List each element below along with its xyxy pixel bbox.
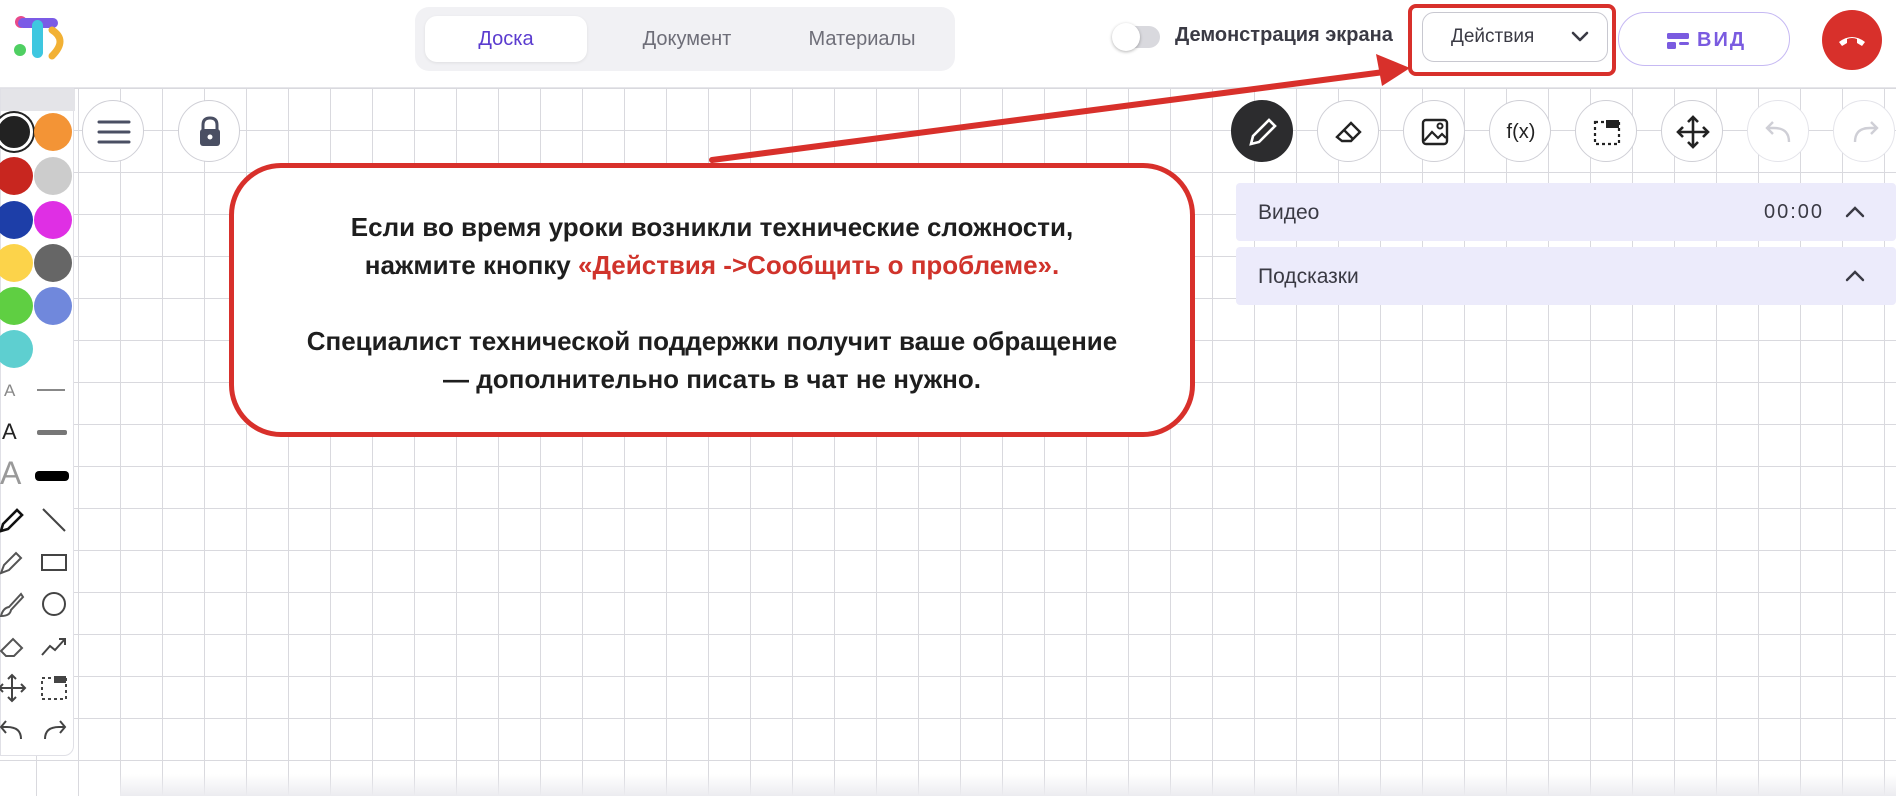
view-tabs: Доска Документ Материалы <box>415 7 955 71</box>
undo-icon <box>1765 121 1791 143</box>
layout-icon <box>1667 33 1689 49</box>
move-icon <box>1676 115 1710 149</box>
phone-hangup-icon <box>1839 37 1865 46</box>
formula-label: f(x) <box>1506 121 1536 143</box>
chevron-up-icon <box>1845 270 1865 282</box>
hamburger-icon <box>97 120 131 144</box>
text-size-large[interactable]: A <box>0 455 21 492</box>
color-swatch-green[interactable] <box>0 287 33 325</box>
callout-line-3: Специалист технической поддержки получит… <box>306 326 1118 356</box>
tab-board[interactable]: Доска <box>425 16 587 62</box>
redo-icon[interactable] <box>39 715 69 745</box>
video-panel-title: Видео <box>1258 201 1320 224</box>
color-swatch-yellow[interactable] <box>0 244 33 282</box>
color-swatch-teal[interactable] <box>0 330 33 368</box>
stroke-thin[interactable] <box>37 389 65 391</box>
line-tool-icon[interactable] <box>39 505 69 535</box>
trend-line-icon[interactable] <box>39 631 69 661</box>
view-label: ВИД <box>1697 29 1747 51</box>
circle-tool-icon[interactable] <box>39 589 69 619</box>
brush-icon[interactable] <box>0 589 27 619</box>
lock-button[interactable] <box>178 100 240 162</box>
formula-tool-button[interactable]: f(x) <box>1489 100 1551 162</box>
hints-panel-header[interactable]: Подсказки <box>1236 247 1896 305</box>
callout-line-2: нажмите кнопку «Действия ->Сообщить о пр… <box>234 250 1190 281</box>
callout-line-1: Если во время уроки возникли технические… <box>350 212 1074 242</box>
image-tool-button[interactable] <box>1403 100 1465 162</box>
view-button[interactable]: ВИД <box>1618 12 1790 66</box>
undo-icon[interactable] <box>0 715 27 745</box>
callout-line-4: — дополнительно писать в чат не нужно. <box>443 364 981 394</box>
stroke-medium[interactable] <box>37 430 67 435</box>
video-panel-header[interactable]: Видео 00:00 <box>1236 183 1896 241</box>
color-swatch-red[interactable] <box>0 157 33 195</box>
text-size-small[interactable]: A <box>4 381 15 401</box>
text-size-medium[interactable]: A <box>2 419 17 445</box>
sidebar-drag-handle[interactable] <box>1 89 75 111</box>
select-tool-button[interactable] <box>1575 100 1637 162</box>
eraser-tool-button[interactable] <box>1317 100 1379 162</box>
image-icon <box>1421 118 1449 146</box>
rectangle-tool-icon[interactable] <box>39 547 69 577</box>
screen-share-toggle-knob[interactable] <box>1112 23 1140 51</box>
callout-line-2-prefix: нажмите кнопку <box>364 250 578 280</box>
color-swatch-orange[interactable] <box>34 113 72 151</box>
select-area-icon[interactable] <box>39 673 69 703</box>
move-icon[interactable] <box>0 673 27 703</box>
undo-button[interactable] <box>1747 100 1809 162</box>
top-header: Доска Документ Материалы Демонстрация эк… <box>0 0 1896 88</box>
menu-button[interactable] <box>82 100 144 162</box>
tab-materials[interactable]: Материалы <box>779 16 945 62</box>
end-call-button[interactable] <box>1822 10 1882 70</box>
pencil-icon <box>1249 118 1277 146</box>
move-tool-button[interactable] <box>1661 100 1723 162</box>
callout-highlight: «Действия ->Сообщить о проблеме». <box>577 250 1060 280</box>
color-swatch-light-gray[interactable] <box>34 157 72 195</box>
tab-document[interactable]: Документ <box>605 16 769 62</box>
redo-button[interactable] <box>1833 100 1895 162</box>
redo-icon <box>1853 121 1879 143</box>
lock-icon <box>200 116 220 146</box>
eraser-icon[interactable] <box>0 631 27 661</box>
app-logo <box>14 16 64 60</box>
color-swatch-periwinkle[interactable] <box>34 287 72 325</box>
tech-support-callout: Если во время уроки возникли технические… <box>229 163 1195 437</box>
pencil-icon[interactable] <box>0 505 27 535</box>
video-timer: 00:00 <box>1764 201 1825 223</box>
stroke-thick[interactable] <box>35 471 69 481</box>
color-swatch-dark-gray[interactable] <box>34 244 72 282</box>
chevron-up-icon <box>1845 206 1865 218</box>
actions-highlight-frame <box>1408 4 1616 76</box>
tool-sidebar: A A A <box>0 88 75 756</box>
hints-panel-title: Подсказки <box>1258 265 1359 288</box>
color-swatch-blue[interactable] <box>0 201 33 239</box>
screen-share-label: Демонстрация экрана <box>1175 24 1393 46</box>
highlighter-icon[interactable] <box>0 547 27 577</box>
color-swatch-magenta[interactable] <box>34 201 72 239</box>
color-swatch-black[interactable] <box>0 113 33 151</box>
select-area-icon <box>1593 120 1621 146</box>
eraser-icon <box>1335 121 1362 143</box>
draw-tool-button[interactable] <box>1231 100 1293 162</box>
bottom-shadow <box>120 774 1896 796</box>
